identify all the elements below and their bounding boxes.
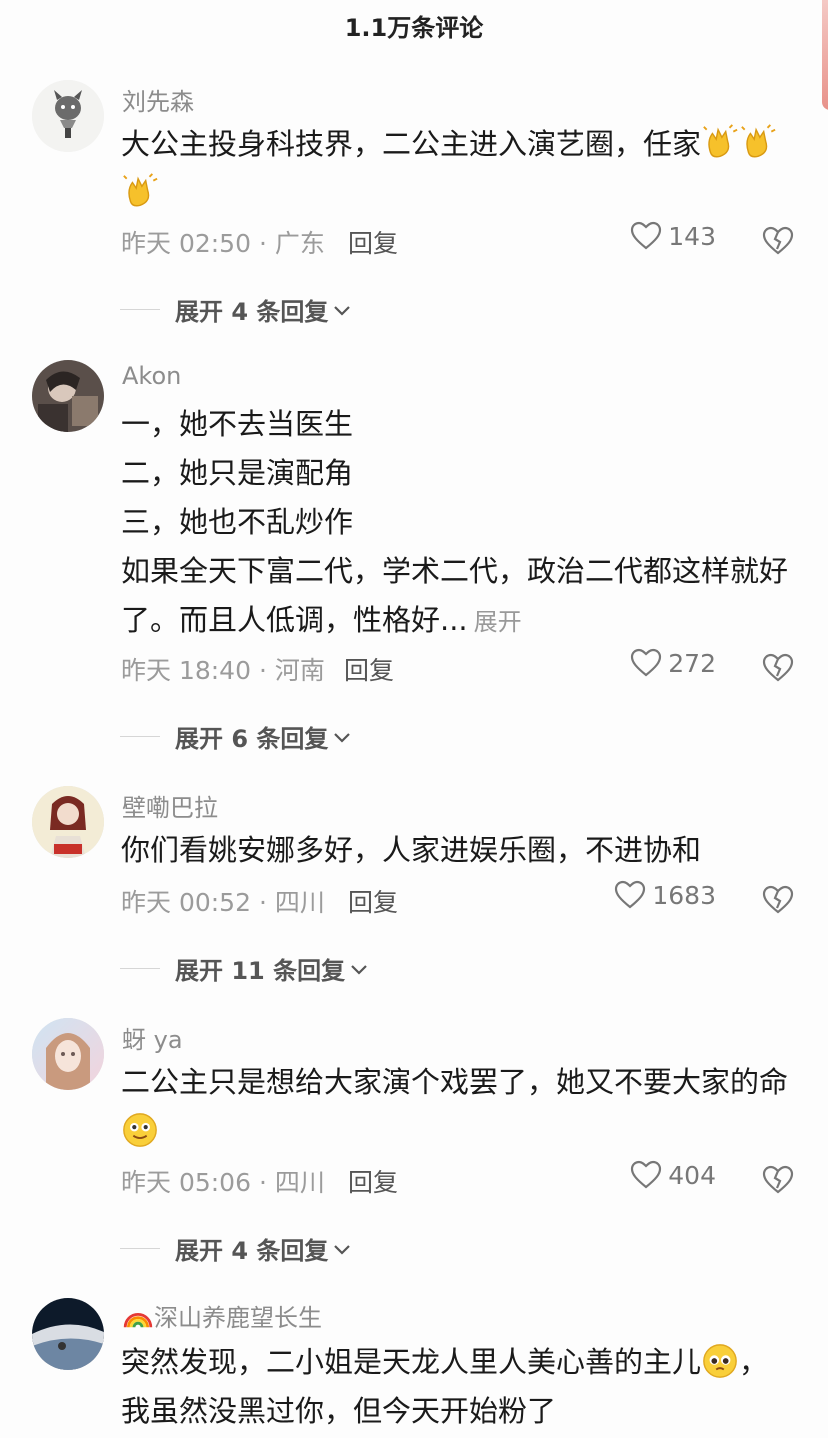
avatar[interactable] — [32, 1298, 104, 1370]
edge-accent — [822, 0, 828, 110]
comment-line: 了。而且人低调，性格好... — [121, 603, 468, 637]
divider — [120, 736, 160, 737]
chevron-down-icon — [334, 732, 351, 743]
divider — [120, 968, 160, 969]
comment-line: 突然发现，二小姐是天龙人里人美心善的主儿 — [121, 1345, 702, 1379]
comment-line: 你们看姚安娜多好，人家进娱乐圈，不进协和 — [121, 833, 702, 867]
username[interactable]: 壁嘞巴拉 — [122, 788, 218, 823]
comments-header: 1.1万条评论 — [0, 0, 828, 56]
reply-button[interactable]: 回复 — [344, 651, 394, 687]
comment-line: 二，她只是演配角 — [121, 456, 354, 490]
broken-heart-icon[interactable] — [762, 651, 794, 683]
comment-line: 大公主投身科技界，二公主进入演艺圈，任家 — [121, 127, 702, 161]
chevron-down-icon — [351, 964, 367, 975]
reply-button[interactable]: 回复 — [348, 883, 398, 919]
heart-outline-icon — [631, 221, 662, 250]
reply-button[interactable]: 回复 — [348, 1163, 398, 1199]
comment-line: 如果全天下富二代，学术二代，政治二代都这样就好 — [121, 554, 789, 588]
chevron-down-icon — [334, 305, 351, 316]
comment-line: 三，她也不乱炒作 — [121, 505, 354, 539]
heart-outline-icon — [631, 1160, 662, 1189]
like-button[interactable]: 143 — [630, 221, 716, 251]
avatar[interactable] — [32, 80, 104, 152]
username[interactable]: 深山养鹿望长生 — [122, 1298, 322, 1333]
chevron-down-icon — [334, 1244, 351, 1255]
heart-outline-icon — [631, 648, 662, 677]
divider — [120, 1248, 160, 1249]
divider — [120, 309, 160, 310]
expand-replies-button[interactable]: 展开 4 条回复 — [120, 292, 352, 327]
like-count: 272 — [668, 648, 716, 678]
like-count: 1683 — [652, 880, 716, 910]
comment-time-location: 昨天 00:52 · 四川 — [121, 888, 325, 917]
clapping-hands-emoji — [703, 124, 738, 158]
expand-text-link[interactable]: 展开 — [474, 608, 522, 636]
heart-outline-icon — [615, 880, 646, 909]
expand-replies-label: 展开 4 条回复 — [175, 298, 329, 326]
avatar[interactable] — [32, 786, 104, 858]
rainbow-emoji — [123, 1313, 153, 1328]
username[interactable]: 蚜 ya — [122, 1020, 183, 1055]
pleading-face-emoji — [703, 1344, 737, 1378]
comment-time-location: 昨天 18:40 · 河南 — [121, 656, 325, 685]
comment-line: 我虽然没黑过你，但今天开始粉了 — [121, 1394, 557, 1428]
reply-button[interactable]: 回复 — [348, 224, 398, 260]
expand-replies-button[interactable]: 展开 4 条回复 — [120, 1231, 352, 1266]
broken-heart-icon[interactable] — [762, 224, 794, 256]
comment-text: 大公主投身科技界，二公主进入演艺圈，任家 — [121, 120, 801, 218]
expand-replies-label: 展开 4 条回复 — [175, 1237, 329, 1265]
like-button[interactable]: 404 — [630, 1160, 716, 1190]
like-count: 404 — [668, 1160, 716, 1190]
like-button[interactable]: 1683 — [614, 880, 716, 910]
username[interactable]: 刘先森 — [122, 82, 194, 117]
comment-line: 二公主只是想给大家演个戏罢了，她又不要大家的命 — [121, 1065, 789, 1099]
avatar[interactable] — [32, 1018, 104, 1090]
comment-time-location: 昨天 05:06 · 四川 — [121, 1168, 325, 1197]
comment-line: 一，她不去当医生 — [121, 407, 354, 441]
comment-text: 二公主只是想给大家演个戏罢了，她又不要大家的命 — [121, 1058, 801, 1156]
expand-replies-button[interactable]: 展开 6 条回复 — [120, 719, 352, 754]
comment-text: 你们看姚安娜多好，人家进娱乐圈，不进协和 — [121, 826, 801, 875]
broken-heart-icon[interactable] — [762, 1163, 794, 1195]
expand-replies-label: 展开 11 条回复 — [175, 957, 346, 985]
expand-replies-label: 展开 6 条回复 — [175, 725, 329, 753]
like-button[interactable]: 272 — [630, 648, 716, 678]
username[interactable]: Akon — [122, 362, 181, 390]
expand-replies-button[interactable]: 展开 11 条回复 — [120, 951, 369, 986]
broken-heart-icon[interactable] — [762, 883, 794, 915]
username-text: 深山养鹿望长生 — [154, 1304, 322, 1332]
comment-text: 突然发现，二小姐是天龙人里人美心善的主儿， 我虽然没黑过你，但今天开始粉了 — [121, 1338, 801, 1436]
like-count: 143 — [668, 221, 716, 251]
avatar[interactable] — [32, 360, 104, 432]
clapping-hands-emoji — [741, 124, 776, 158]
comment-time-location: 昨天 02:50 · 广东 — [121, 229, 325, 258]
comment-count-title: 1.1万条评论 — [344, 14, 484, 42]
smiling-face-emoji — [123, 1113, 157, 1147]
clapping-hands-emoji — [123, 173, 158, 207]
comment-text: 一，她不去当医生 二，她只是演配角 三，她也不乱炒作 如果全天下富二代，学术二代… — [121, 400, 801, 647]
